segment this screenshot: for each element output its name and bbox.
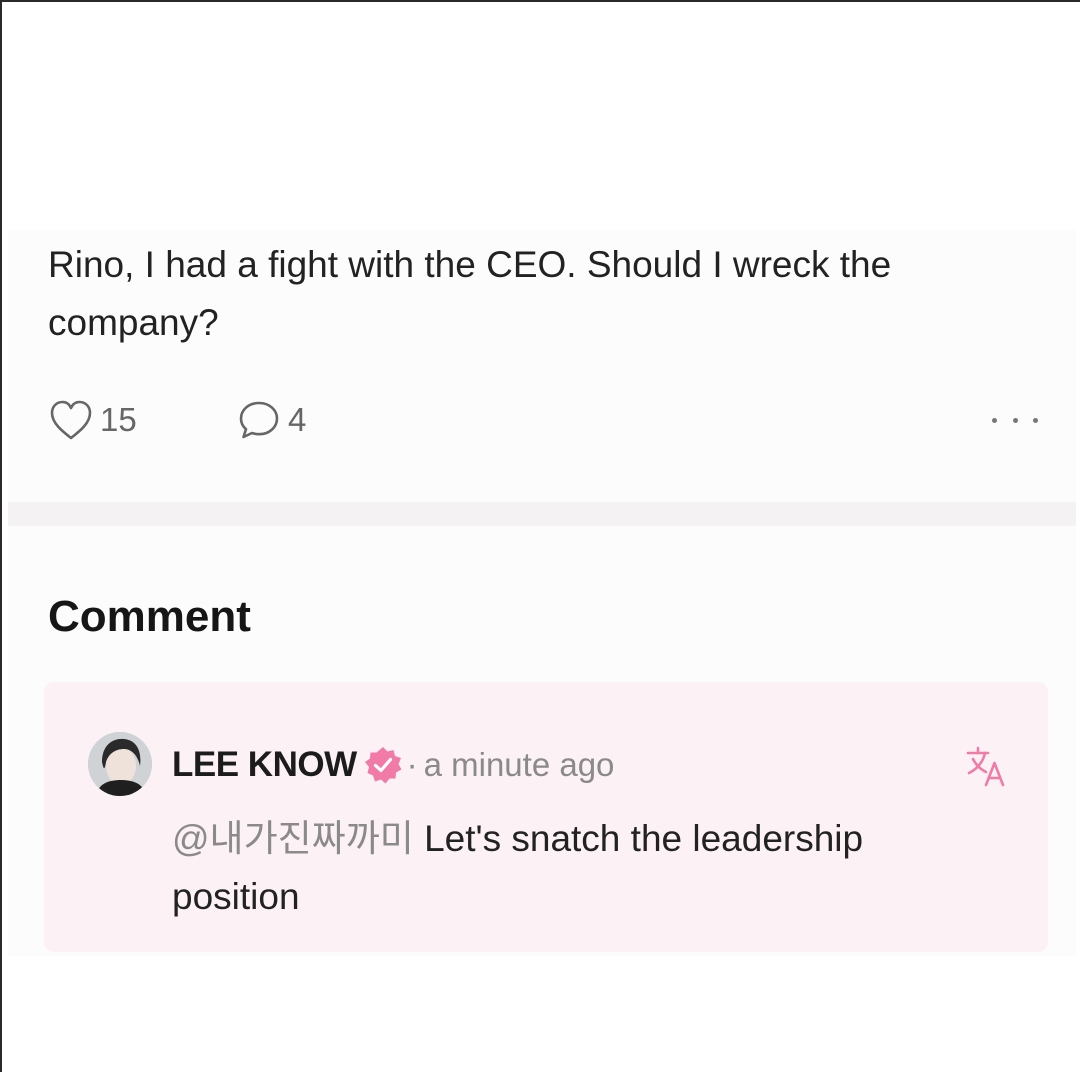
- more-horizontal-icon-dot: [1012, 417, 1018, 423]
- more-options-button[interactable]: [992, 414, 1038, 426]
- comment-count: 4: [288, 401, 307, 438]
- more-horizontal-icon: [992, 417, 997, 423]
- like-button[interactable]: 15: [48, 398, 137, 442]
- verified-badge-icon: [364, 747, 402, 784]
- like-count: 15: [100, 401, 137, 438]
- post-text: Rino, I had a fight with the CEO. Should…: [48, 244, 892, 343]
- comment-body: @내가진짜까미 Let's snatch the leadership posi…: [172, 810, 972, 926]
- comments-section-title: Comment: [48, 592, 251, 641]
- speech-bubble-icon: [239, 401, 279, 439]
- heart-outline-icon: [50, 400, 92, 440]
- post-card: Rino, I had a fight with the CEO. Should…: [8, 230, 1076, 502]
- avatar-image: [88, 732, 152, 796]
- post-actions: 15 4: [48, 398, 1038, 442]
- comments-section: Comment LEE KNOW · a minute ago @내가진짜까미 …: [8, 526, 1076, 956]
- more-horizontal-icon-dot: [1033, 417, 1038, 423]
- section-divider: [8, 502, 1076, 526]
- comment-item: LEE KNOW · a minute ago @내가진짜까미 Let's sn…: [44, 682, 1048, 952]
- mention-link[interactable]: @내가진짜까미: [172, 818, 414, 859]
- app-frame: Rino, I had a fight with the CEO. Should…: [0, 0, 1080, 1072]
- comment-header: LEE KNOW · a minute ago: [172, 740, 614, 790]
- translate-icon: [966, 746, 1005, 787]
- translate-button[interactable]: [964, 744, 1008, 788]
- comment-button[interactable]: 4: [236, 398, 306, 442]
- author-name[interactable]: LEE KNOW: [172, 745, 357, 785]
- avatar[interactable]: [88, 732, 152, 796]
- meta-separator: ·: [406, 746, 418, 783]
- comment-timestamp: a minute ago: [423, 746, 615, 783]
